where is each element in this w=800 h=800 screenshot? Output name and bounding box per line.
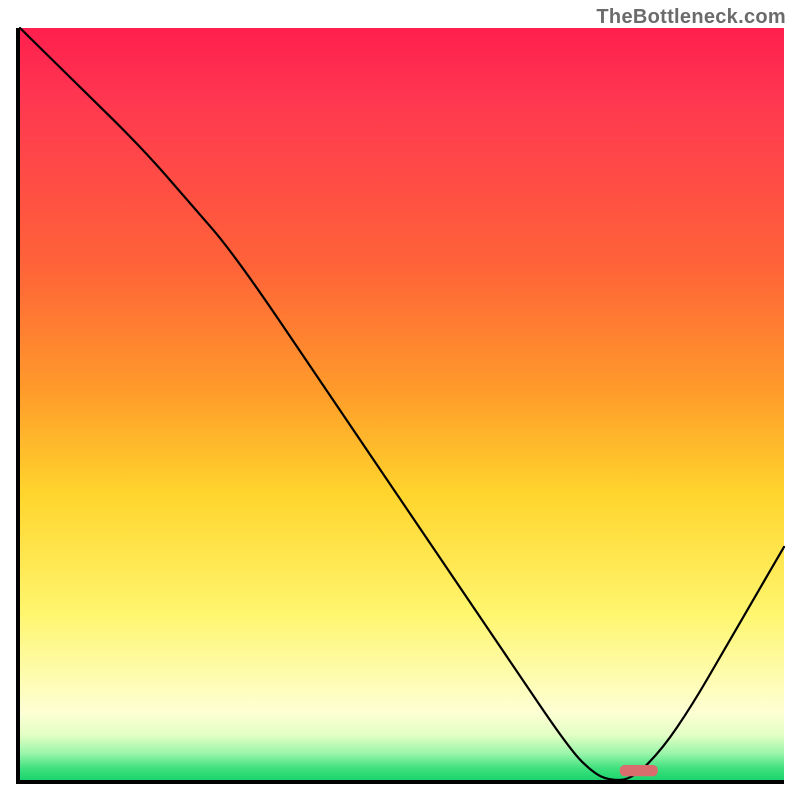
plot-area bbox=[16, 28, 784, 784]
watermark-text: TheBottleneck.com bbox=[596, 6, 786, 29]
chart-container: TheBottleneck.com bbox=[0, 0, 800, 800]
optimal-range-marker bbox=[620, 765, 658, 776]
bottleneck-curve-line bbox=[20, 28, 784, 780]
curve-layer bbox=[20, 28, 784, 780]
